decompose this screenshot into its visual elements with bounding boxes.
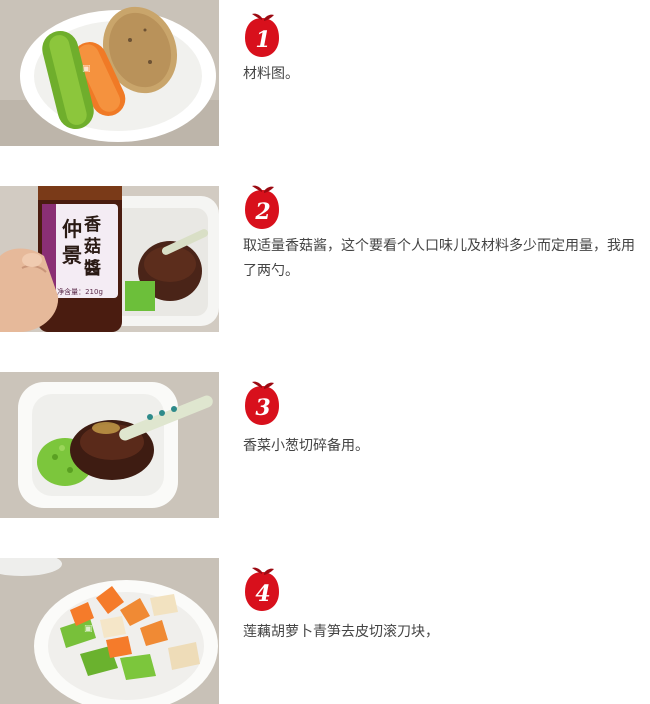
svg-text:菇: 菇 xyxy=(84,236,101,257)
watermark: ▣ xyxy=(82,64,91,74)
step-number: 1 xyxy=(255,27,270,53)
step-2-photo: 仲 香 菇 醬 景 净含量：210g xyxy=(0,186,219,332)
step-description: 取适量香菇酱，这个要看个人口味儿及材料多少而定用量，我用了两勺。 xyxy=(243,238,635,279)
svg-text:醬: 醬 xyxy=(84,258,101,279)
jar-weight: 净含量：210g xyxy=(57,287,103,296)
step-number-badge-icon: 4 xyxy=(245,567,279,611)
recipe-step-2: 仲 香 菇 醬 景 净含量：210g 2 取适量香菇酱，这个要看个人口味儿及材料… xyxy=(0,185,650,336)
jar-brand: 仲 xyxy=(62,217,82,241)
svg-text:香: 香 xyxy=(84,215,101,235)
step-number: 4 xyxy=(255,581,270,607)
step-number: 2 xyxy=(254,199,270,225)
step-4-photo: ▣ xyxy=(0,558,219,704)
recipe-step-4: ▣ 4 莲藕胡萝卜青笋去皮切滚刀块， xyxy=(0,558,650,704)
step-description: 香菜小葱切碎备用。 xyxy=(243,438,369,454)
step-number-badge-icon: 2 xyxy=(245,185,279,229)
step-description: 莲藕胡萝卜青笋去皮切滚刀块， xyxy=(243,624,439,640)
recipe-step-1: ▣ 1 材料图。 xyxy=(0,0,650,150)
step-number-badge-icon: 1 xyxy=(245,13,279,57)
step-3-photo xyxy=(0,372,219,518)
watermark: ▣ xyxy=(84,624,93,634)
step-1-photo: ▣ xyxy=(0,0,219,146)
step-description: 材料图。 xyxy=(243,66,299,82)
step-number-badge-icon: 3 xyxy=(245,381,279,425)
step-number: 3 xyxy=(255,395,270,421)
svg-text:景: 景 xyxy=(62,243,82,267)
recipe-step-3: 3 香菜小葱切碎备用。 xyxy=(0,372,650,522)
